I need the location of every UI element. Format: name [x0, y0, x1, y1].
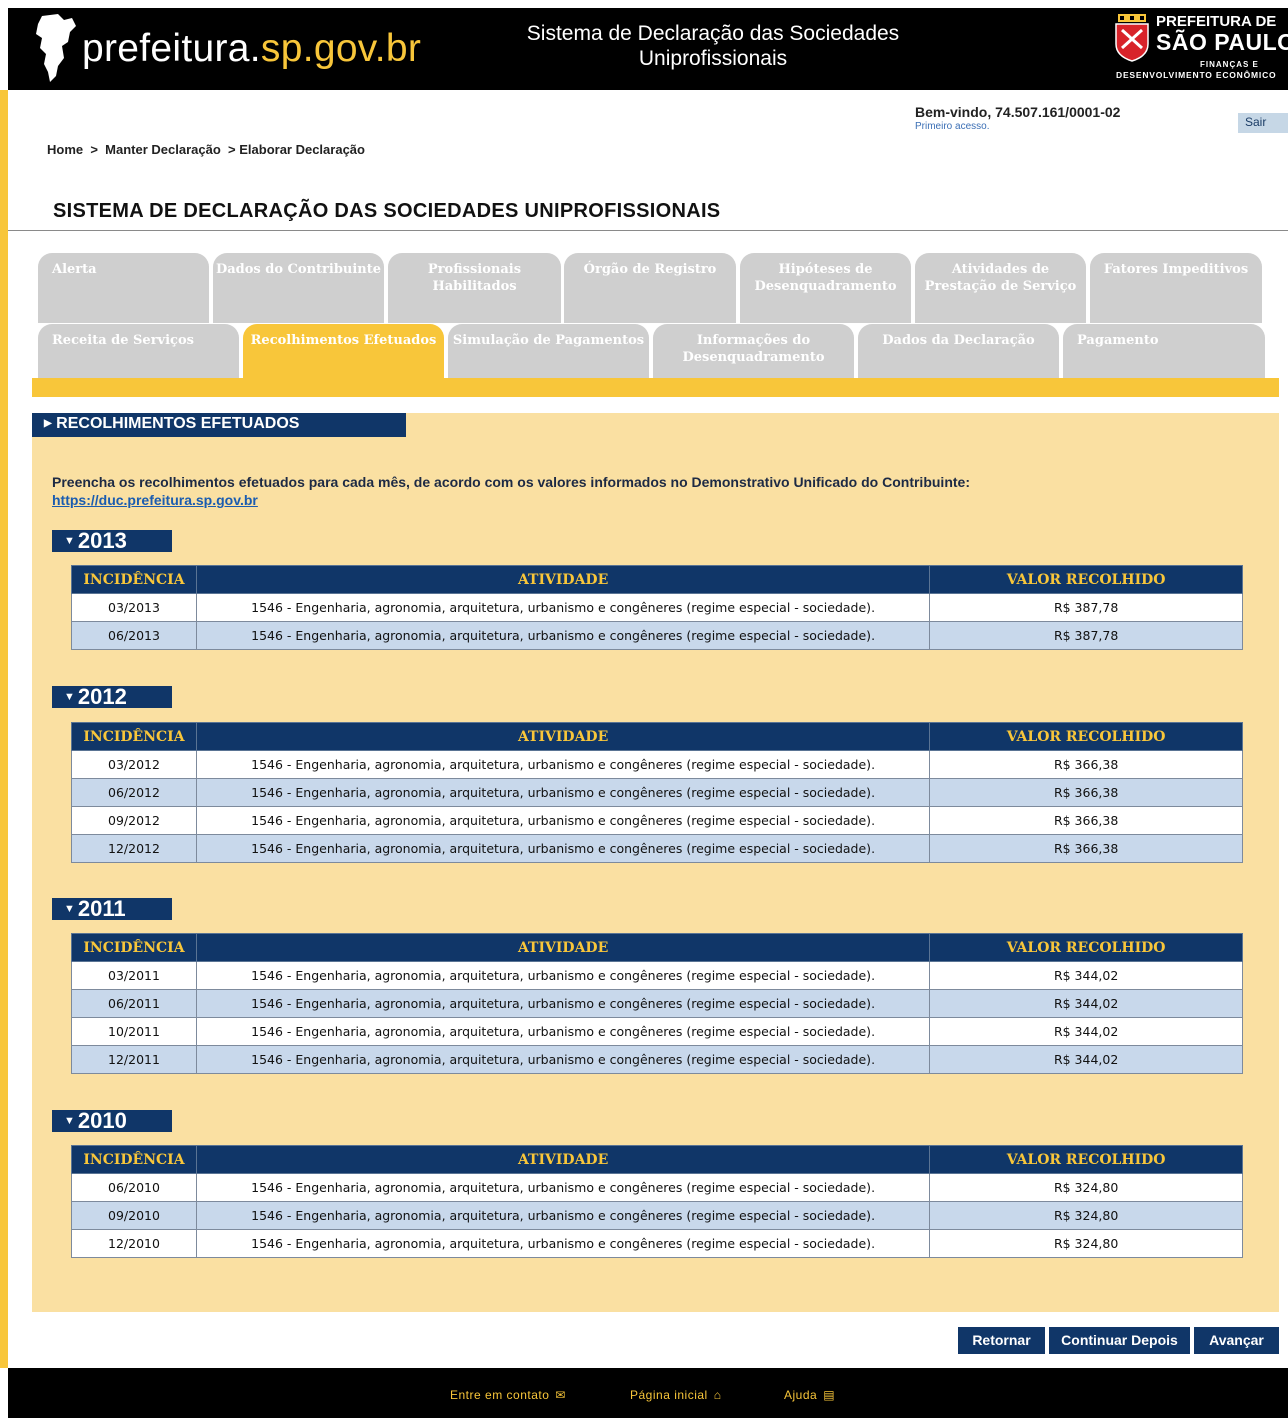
col-header-atividade: ATIVIDADE [195, 565, 931, 594]
sao-paulo-map-icon [36, 14, 76, 82]
table-row: 09/2012 1546 - Engenharia, agronomia, arq… [71, 806, 1243, 835]
caret-down-icon: ▼ [64, 1115, 75, 1127]
breadcrumb-home[interactable]: Home [47, 142, 83, 157]
retornar-button[interactable]: Retornar [958, 1327, 1045, 1354]
col-header-valor: VALOR RECOLHIDO [929, 1145, 1243, 1174]
table-row: 12/2010 1546 - Engenharia, agronomia, arq… [71, 1229, 1243, 1258]
tab-dados-contribuinte[interactable]: Dados do Contribuinte [213, 253, 384, 323]
tab-simulacao-pagamentos[interactable]: Simulação de Pagamentos [448, 324, 649, 378]
home-icon: ⌂ [713, 1388, 722, 1402]
col-header-incidencia: INCIDÊNCIA [71, 933, 197, 962]
table-row: 12/2011 1546 - Engenharia, agronomia, arq… [71, 1045, 1243, 1074]
table-row: 06/2012 1546 - Engenharia, agronomia, arq… [71, 778, 1243, 807]
recolhimentos-table-2013: INCIDÊNCIA ATIVIDADE VALOR RECOLHIDO 03/20… [71, 565, 1243, 650]
instructions-text: Preencha os recolhimentos efetuados para… [52, 474, 970, 490]
site-header: prefeitura.sp.gov.br Sistema de Declaraç… [8, 8, 1288, 90]
first-access-text: Primeiro acesso. [915, 121, 990, 132]
col-header-incidencia: INCIDÊNCIA [71, 1145, 197, 1174]
table-row: 09/2010 1546 - Engenharia, agronomia, arq… [71, 1201, 1243, 1230]
caret-down-icon: ▼ [64, 535, 75, 547]
footer-ajuda-link[interactable]: Ajuda ▤ [784, 1388, 835, 1402]
tab-receita-servicos[interactable]: Receita de Serviços [38, 324, 239, 378]
table-row: 06/2010 1546 - Engenharia, agronomia, arq… [71, 1173, 1243, 1202]
breadcrumb: Home > Manter Declaração > Elaborar Decl… [47, 142, 365, 157]
coat-of-arms-icon [1115, 14, 1149, 62]
tab-profissionais-habilitados[interactable]: Profissionais Habilitados [388, 253, 561, 323]
col-header-valor: VALOR RECOLHIDO [929, 565, 1243, 594]
tab-orgao-registro[interactable]: Órgão de Registro [564, 253, 736, 323]
footer-inicial-link[interactable]: Página inicial ⌂ [630, 1388, 721, 1402]
year-toggle-2012[interactable]: ▼ 2012 [52, 686, 172, 708]
table-row: 10/2011 1546 - Engenharia, agronomia, arq… [71, 1017, 1243, 1046]
caret-down-icon: ▼ [64, 903, 75, 915]
year-toggle-2010[interactable]: ▼ 2010 [52, 1110, 172, 1132]
tab-informacoes-desenquadramento[interactable]: Informações do Desenquadramento [653, 324, 854, 378]
table-row: 03/2012 1546 - Engenharia, agronomia, arq… [71, 750, 1243, 779]
tab-atividades-prestacao[interactable]: Atividades de Prestação de Serviço [915, 253, 1086, 323]
divider [8, 230, 1288, 231]
tab-fatores-impeditivos[interactable]: Fatores Impeditivos [1090, 253, 1262, 323]
duc-link[interactable]: https://duc.prefeitura.sp.gov.br [52, 492, 258, 508]
col-header-atividade: ATIVIDADE [195, 722, 931, 751]
recolhimentos-table-2010: INCIDÊNCIA ATIVIDADE VALOR RECOLHIDO 06/20… [71, 1145, 1243, 1258]
year-toggle-2013[interactable]: ▼ 2013 [52, 530, 172, 552]
section-header: ▶ RECOLHIMENTOS EFETUADOS [32, 413, 406, 437]
site-logo-text: prefeitura.sp.gov.br [82, 27, 422, 70]
col-header-incidencia: INCIDÊNCIA [71, 565, 197, 594]
tab-dados-declaracao[interactable]: Dados da Declaração [858, 324, 1059, 378]
table-row: 12/2012 1546 - Engenharia, agronomia, arq… [71, 834, 1243, 863]
breadcrumb-elaborar-declaracao: Elaborar Declaração [239, 142, 365, 157]
tab-alerta[interactable]: Alerta [38, 253, 209, 323]
tab-hipoteses-desenquadramento[interactable]: Hipóteses de Desenquadramento [740, 253, 911, 323]
recolhimentos-table-2012: INCIDÊNCIA ATIVIDADE VALOR RECOLHIDO 03/20… [71, 722, 1243, 863]
avancar-button[interactable]: Avançar [1194, 1327, 1279, 1354]
tab-stripe [32, 378, 1279, 397]
tab-pagamento[interactable]: Pagamento [1063, 324, 1265, 378]
left-accent-rule [0, 90, 8, 1368]
table-row: 03/2011 1546 - Engenharia, agronomia, arq… [71, 961, 1243, 990]
breadcrumb-manter-declaracao[interactable]: Manter Declaração [105, 142, 221, 157]
prefeitura-logo: PREFEITURA DE SÃO PAULO FINANÇAS E DESEN… [1110, 10, 1288, 88]
site-logo[interactable]: prefeitura.sp.gov.br [28, 14, 421, 84]
page-title: SISTEMA DE DECLARAÇÃO DAS SOCIEDADES UNI… [53, 200, 721, 222]
recolhimentos-table-2011: INCIDÊNCIA ATIVIDADE VALOR RECOLHIDO 03/20… [71, 933, 1243, 1074]
footer-contato-link[interactable]: Entre em contato ✉ [450, 1388, 566, 1402]
col-header-valor: VALOR RECOLHIDO [929, 933, 1243, 962]
year-toggle-2011[interactable]: ▼ 2011 [52, 898, 172, 920]
tab-recolhimentos-efetuados[interactable]: Recolhimentos Efetuados [243, 324, 444, 378]
system-title: Sistema de Declaração das Sociedades Uni… [526, 22, 900, 70]
table-row: 06/2013 1546 - Engenharia, agronomia, arq… [71, 621, 1243, 650]
caret-down-icon: ▼ [64, 691, 75, 703]
caret-right-icon: ▶ [44, 418, 52, 429]
table-row: 03/2013 1546 - Engenharia, agronomia, arq… [71, 593, 1243, 622]
col-header-valor: VALOR RECOLHIDO [929, 722, 1243, 751]
main-content: ▶ RECOLHIMENTOS EFETUADOS Preencha os re… [32, 413, 1279, 1312]
table-row: 06/2011 1546 - Engenharia, agronomia, arq… [71, 989, 1243, 1018]
welcome-text: Bem-vindo, 74.507.161/0001-02 [915, 104, 1121, 120]
col-header-atividade: ATIVIDADE [195, 933, 931, 962]
col-header-atividade: ATIVIDADE [195, 1145, 931, 1174]
continuar-depois-button[interactable]: Continuar Depois [1049, 1327, 1190, 1354]
col-header-incidencia: INCIDÊNCIA [71, 722, 197, 751]
logout-button[interactable]: Sair [1238, 113, 1288, 133]
site-footer: Entre em contato ✉ Página inicial ⌂ Ajuda ▤ [8, 1368, 1288, 1418]
envelope-icon: ✉ [555, 1388, 566, 1402]
document-icon: ▤ [823, 1388, 836, 1402]
